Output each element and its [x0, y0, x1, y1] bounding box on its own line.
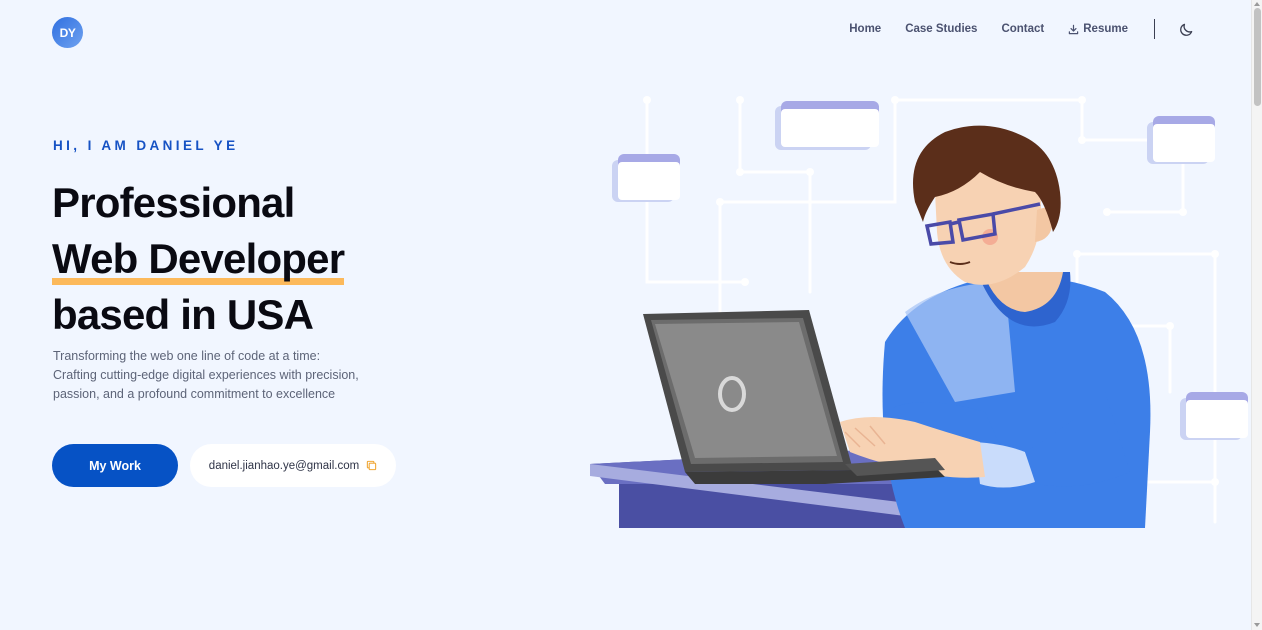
email-text: daniel.jianhao.ye@gmail.com [208, 459, 360, 472]
nav-resume-link[interactable]: Resume [1068, 23, 1128, 35]
developer-at-laptop-illustration [590, 96, 1248, 528]
my-work-button[interactable]: My Work [52, 444, 178, 487]
description-line-2: Crafting cutting-edge digital experience… [53, 368, 359, 382]
headline-line-1: Professional [52, 179, 295, 226]
hero-headline: Professional Web Developer based in USA [52, 175, 345, 343]
copy-email-button[interactable]: daniel.jianhao.ye@gmail.com [190, 444, 396, 487]
scrollbar-thumb[interactable] [1254, 8, 1261, 106]
nav-resume-label: Resume [1083, 23, 1128, 35]
floating-panel-1 [612, 154, 680, 202]
floating-panel-2 [775, 101, 879, 150]
scroll-down-icon[interactable] [1254, 623, 1260, 627]
copy-icon [366, 460, 377, 471]
nav-home-link[interactable]: Home [849, 23, 881, 35]
main-nav: Home Case Studies Contact Resume [849, 19, 1194, 39]
hero-eyebrow: HI, I AM DANIEL YE [53, 138, 239, 153]
nav-divider [1154, 19, 1155, 39]
hero-description: Transforming the web one line of code at… [53, 347, 393, 404]
moon-icon[interactable] [1179, 22, 1194, 37]
scroll-up-icon[interactable] [1254, 2, 1260, 6]
download-icon [1068, 24, 1079, 35]
nav-contact-link[interactable]: Contact [1001, 23, 1044, 35]
description-line-3: passion, and a profound commitment to ex… [53, 387, 336, 401]
floating-panel-3 [1147, 116, 1215, 164]
floating-panel-4 [1180, 392, 1248, 440]
description-line-1: Transforming the web one line of code at… [53, 349, 321, 363]
headline-line-3: based in USA [52, 291, 314, 338]
nav-case-studies-link[interactable]: Case Studies [905, 23, 977, 35]
page-scrollbar[interactable] [1251, 0, 1262, 630]
logo[interactable]: DY [52, 17, 83, 48]
headline-highlight: Web Developer [52, 231, 345, 287]
